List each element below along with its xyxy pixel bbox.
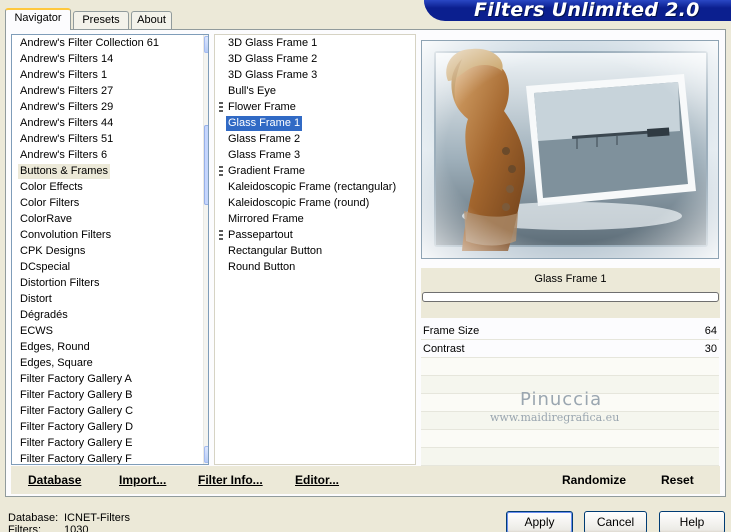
- category-item[interactable]: Filter Factory Gallery F: [18, 452, 134, 464]
- category-item[interactable]: Edges, Square: [18, 356, 95, 371]
- filter-list[interactable]: 3D Glass Frame 1 3D Glass Frame 2 3D Glass…: [214, 34, 416, 465]
- filter-item[interactable]: Rectangular Button: [226, 244, 324, 259]
- category-item[interactable]: Edges, Round: [18, 340, 92, 355]
- filter-name-label: Glass Frame 1: [534, 273, 607, 285]
- preset-marker-icon: [219, 230, 223, 241]
- randomize-button[interactable]: Randomize: [562, 473, 626, 487]
- progress-bar: [422, 292, 719, 302]
- filter-item[interactable]: Kaleidoscopic Frame (rectangular): [226, 180, 398, 195]
- param-contrast[interactable]: Contrast 30: [421, 340, 719, 358]
- category-item[interactable]: Andrew's Filters 44: [18, 116, 115, 131]
- category-item[interactable]: Convolution Filters: [18, 228, 113, 243]
- scroll-down-button[interactable]: [204, 446, 209, 463]
- param-row-empty: [421, 448, 719, 466]
- preset-marker-icon: [219, 102, 223, 113]
- category-item[interactable]: Dégradés: [18, 308, 70, 323]
- title-banner: Filters Unlimited 2.0: [424, 0, 731, 21]
- help-button[interactable]: Help: [659, 511, 725, 532]
- apply-button[interactable]: Apply: [506, 511, 573, 532]
- preset-marker-icon: [219, 166, 223, 177]
- status-filters-label: Filters:: [8, 524, 41, 532]
- filter-item[interactable]: Kaleidoscopic Frame (round): [226, 196, 371, 211]
- preview-image: [421, 40, 719, 259]
- category-item[interactable]: Distort: [18, 292, 54, 307]
- import-button[interactable]: Import...: [119, 473, 166, 487]
- filter-item[interactable]: Glass Frame 2: [226, 132, 302, 147]
- param-row-empty: [421, 358, 719, 376]
- category-item[interactable]: Filter Factory Gallery A: [18, 372, 134, 387]
- tab-navigator[interactable]: Navigator: [5, 8, 71, 30]
- category-item[interactable]: ECWS: [18, 324, 55, 339]
- param-value: 30: [704, 343, 717, 355]
- param-label: Frame Size: [423, 325, 480, 337]
- bottom-toolbar: Database Import... Filter Info... Editor…: [11, 466, 720, 494]
- filter-item[interactable]: 3D Glass Frame 1: [226, 36, 319, 51]
- watermark-name: Pinuccia: [520, 389, 603, 410]
- category-item[interactable]: Filter Factory Gallery C: [18, 404, 135, 419]
- category-item[interactable]: Filter Factory Gallery B: [18, 388, 134, 403]
- category-item[interactable]: Andrew's Filters 14: [18, 52, 115, 67]
- category-item[interactable]: DCspecial: [18, 260, 72, 275]
- param-frame-size[interactable]: Frame Size 64: [421, 322, 719, 340]
- scroll-up-button[interactable]: [204, 36, 209, 53]
- filter-item[interactable]: 3D Glass Frame 2: [226, 52, 319, 67]
- filter-item[interactable]: Gradient Frame: [226, 164, 307, 179]
- category-item[interactable]: Color Effects: [18, 180, 85, 195]
- reset-button[interactable]: Reset: [661, 473, 694, 487]
- category-item[interactable]: Filter Factory Gallery E: [18, 436, 134, 451]
- filter-item[interactable]: Flower Frame: [226, 100, 298, 115]
- filter-item[interactable]: Passepartout: [226, 228, 295, 243]
- category-item[interactable]: Andrew's Filters 51: [18, 132, 115, 147]
- filter-item[interactable]: Mirrored Frame: [226, 212, 306, 227]
- category-item[interactable]: ColorRave: [18, 212, 74, 227]
- filter-name-area: Glass Frame 1: [421, 268, 720, 318]
- cancel-button[interactable]: Cancel: [584, 511, 647, 532]
- preview-artwork: [422, 41, 718, 258]
- tab-about[interactable]: About: [131, 11, 172, 29]
- category-item[interactable]: Distortion Filters: [18, 276, 101, 291]
- category-item[interactable]: Andrew's Filter Collection 61: [18, 36, 161, 51]
- chevron-down-icon: [208, 451, 209, 458]
- category-item[interactable]: Filter Factory Gallery D: [18, 420, 135, 435]
- filter-item[interactable]: Bull's Eye: [226, 84, 278, 99]
- editor-button[interactable]: Editor...: [295, 473, 339, 487]
- category-item[interactable]: Color Filters: [18, 196, 81, 211]
- status-filters-value: 1030: [64, 524, 89, 532]
- param-row-empty: [421, 430, 719, 448]
- status-database-label: Database:: [8, 512, 59, 524]
- tab-presets[interactable]: Presets: [73, 11, 129, 29]
- category-item[interactable]: Andrew's Filters 27: [18, 84, 115, 99]
- filter-item[interactable]: Round Button: [226, 260, 297, 275]
- status-database-value: ICNET-Filters: [64, 512, 130, 524]
- filter-item[interactable]: Glass Frame 3: [226, 148, 302, 163]
- filter-item[interactable]: 3D Glass Frame 3: [226, 68, 319, 83]
- param-label: Contrast: [423, 343, 465, 355]
- category-item[interactable]: Buttons & Frames: [18, 164, 111, 179]
- app-title: Filters Unlimited 2.0: [474, 0, 700, 21]
- category-item[interactable]: Andrew's Filters 6: [18, 148, 109, 163]
- watermark-url: www.maidiregrafica.eu: [490, 411, 620, 424]
- category-item[interactable]: CPK Designs: [18, 244, 87, 259]
- category-item[interactable]: Andrew's Filters 29: [18, 100, 115, 115]
- scroll-thumb[interactable]: [204, 125, 208, 205]
- category-scrollbar[interactable]: [203, 35, 209, 464]
- chevron-up-icon: [208, 41, 209, 48]
- filter-item[interactable]: Glass Frame 1: [226, 116, 303, 131]
- database-button[interactable]: Database: [28, 473, 81, 487]
- category-item[interactable]: Andrew's Filters 1: [18, 68, 109, 83]
- filter-info-button[interactable]: Filter Info...: [198, 473, 263, 487]
- param-value: 64: [704, 325, 717, 337]
- category-list[interactable]: Andrew's Filter Collection 61 Andrew's Fi…: [11, 34, 209, 465]
